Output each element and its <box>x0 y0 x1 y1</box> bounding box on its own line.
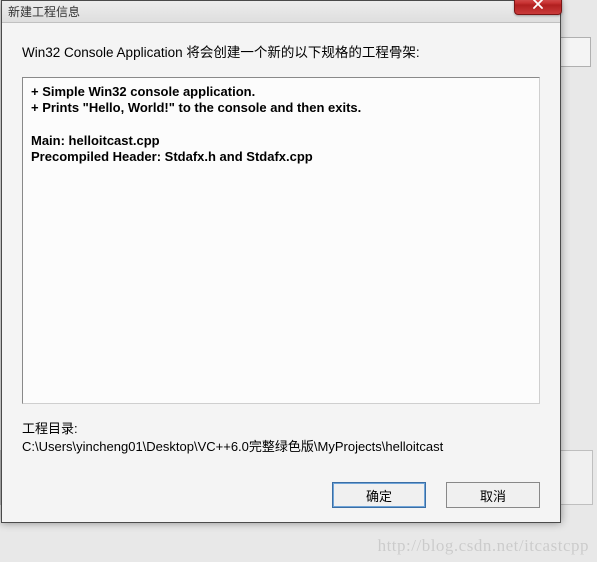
close-button[interactable] <box>514 0 562 15</box>
project-directory-label: 工程目录: <box>22 420 540 438</box>
ok-button[interactable]: 确定 <box>332 482 426 508</box>
background-panel-decor <box>556 37 591 67</box>
titlebar: 新建工程信息 <box>2 1 560 23</box>
dialog-content: Win32 Console Application 将会创建一个新的以下规格的工… <box>2 23 560 522</box>
info-textbox[interactable]: + Simple Win32 console application. + Pr… <box>22 77 540 404</box>
button-row: 确定 取消 <box>22 468 540 508</box>
project-directory-path: C:\Users\yincheng01\Desktop\VC++6.0完整绿色版… <box>22 438 540 456</box>
watermark-text: http://blog.csdn.net/itcastcpp <box>378 536 589 556</box>
intro-text: Win32 Console Application 将会创建一个新的以下规格的工… <box>22 41 540 61</box>
window-title: 新建工程信息 <box>8 3 80 20</box>
dialog-window: 新建工程信息 Win32 Console Application 将会创建一个新… <box>1 0 561 523</box>
cancel-button[interactable]: 取消 <box>446 482 540 508</box>
close-icon <box>532 0 544 9</box>
project-directory-block: 工程目录: C:\Users\yincheng01\Desktop\VC++6.… <box>22 420 540 455</box>
